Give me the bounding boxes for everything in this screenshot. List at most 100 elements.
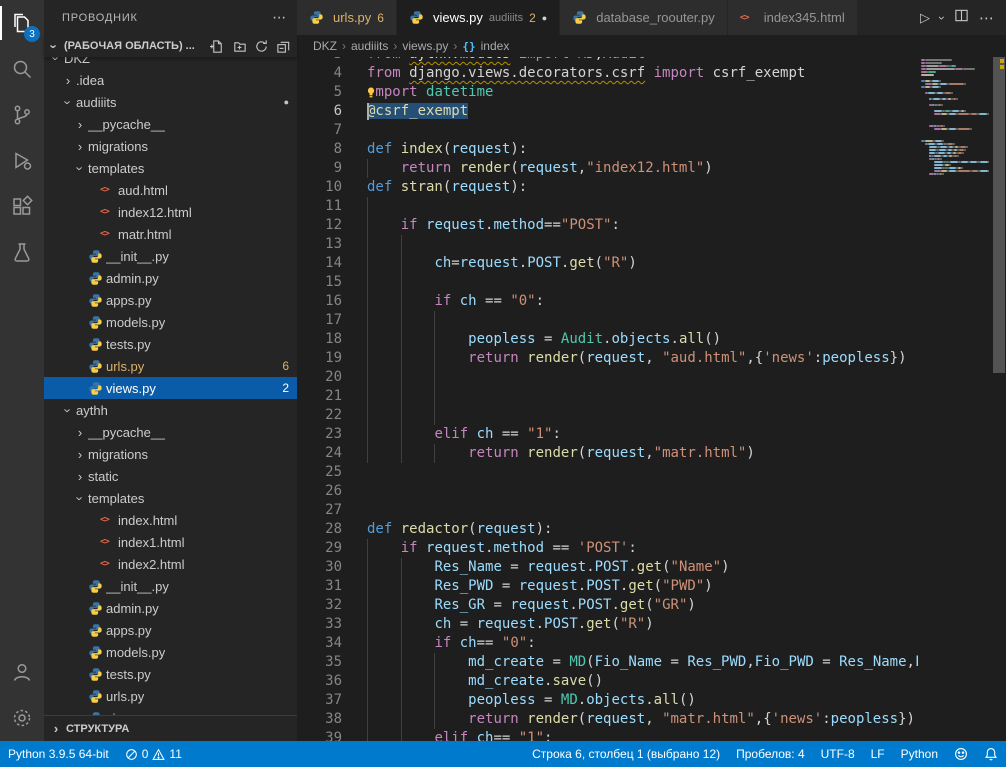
code-text[interactable]: @csrf_exempt — [367, 102, 468, 121]
line-number[interactable]: 29 — [297, 539, 342, 558]
extensions-icon[interactable] — [0, 184, 44, 230]
tree-folder-aythh[interactable]: ›aythh — [44, 399, 297, 421]
search-icon[interactable] — [0, 46, 44, 92]
encoding-setting[interactable]: UTF-8 — [813, 741, 863, 767]
testing-flask-icon[interactable] — [0, 230, 44, 276]
code-line-21[interactable]: 21 — [297, 387, 918, 406]
eol-setting[interactable]: LF — [863, 741, 893, 767]
tree-file-models.py[interactable]: models.py — [44, 641, 297, 663]
tree-file-admin.py[interactable]: admin.py — [44, 267, 297, 289]
code-line-4[interactable]: 4 from django.views.decorators.csrf impor… — [297, 64, 918, 83]
tree-file-apps.py[interactable]: apps.py — [44, 619, 297, 641]
tree-file-tests.py[interactable]: tests.py — [44, 663, 297, 685]
code-text[interactable]: def stran(request): — [367, 178, 527, 197]
code-line-18[interactable]: 18 peopless = Audit.objects.all() — [297, 330, 918, 349]
tree-folder-__pycache__[interactable]: ›__pycache__ — [44, 421, 297, 443]
line-number[interactable]: 34 — [297, 634, 342, 653]
line-number[interactable]: 12 — [297, 216, 342, 235]
breadcrumb[interactable]: DKZ›audiiits›views.py›{}index — [297, 35, 1006, 57]
line-number[interactable]: 7 — [297, 121, 342, 140]
line-number[interactable]: 35 — [297, 653, 342, 672]
line-number[interactable]: 5 — [297, 83, 342, 102]
line-number[interactable]: 8 — [297, 140, 342, 159]
line-number[interactable]: 4 — [297, 64, 342, 83]
breadcrumb-item-DKZ[interactable]: DKZ — [313, 39, 337, 53]
code-text[interactable]: Res_PWD = request.POST.get("PWD") — [367, 577, 713, 596]
code-text[interactable]: peopless = Audit.objects.all() — [367, 330, 721, 349]
line-number[interactable]: 9 — [297, 159, 342, 178]
tree-folder-static[interactable]: ›static — [44, 465, 297, 487]
breadcrumb-item-audiiits[interactable]: audiiits — [351, 39, 388, 53]
code-line-32[interactable]: 32 Res_GR = request.POST.get("GR") — [297, 596, 918, 615]
line-number[interactable]: 21 — [297, 387, 342, 406]
code-text[interactable]: return render(request,"matr.html") — [367, 444, 755, 463]
line-number[interactable]: 13 — [297, 235, 342, 254]
line-number[interactable]: 39 — [297, 729, 342, 741]
python-interpreter[interactable]: Python 3.9.5 64-bit — [0, 741, 117, 767]
tree-file-index.html[interactable]: <>index.html — [44, 509, 297, 531]
code-line-15[interactable]: 15 — [297, 273, 918, 292]
tab-index345.html[interactable]: <>index345.html — [728, 0, 858, 35]
code-line-31[interactable]: 31 Res_PWD = request.POST.get("PWD") — [297, 577, 918, 596]
code-text[interactable]: if ch == "0": — [367, 292, 544, 311]
code-text[interactable]: Res_GR = request.POST.get("GR") — [367, 596, 696, 615]
tree-file-matr.html[interactable]: <>matr.html — [44, 223, 297, 245]
tree-file-models.py[interactable]: models.py — [44, 311, 297, 333]
code-text[interactable]: from django.views.decorators.csrf import… — [367, 64, 805, 83]
run-dropdown-icon[interactable]: › — [935, 16, 949, 20]
code-text[interactable]: if ch== "0": — [367, 634, 536, 653]
line-number[interactable]: 6 — [297, 102, 342, 121]
line-number[interactable]: 15 — [297, 273, 342, 292]
code-text[interactable]: return render(request, "aud.html",{'news… — [367, 349, 907, 368]
code-line-33[interactable]: 33 ch = request.POST.get("R") — [297, 615, 918, 634]
minimap[interactable] — [918, 57, 992, 741]
line-number[interactable]: 37 — [297, 691, 342, 710]
collapse-all-icon[interactable] — [276, 39, 291, 54]
code-text[interactable]: elif ch == "1": — [367, 425, 561, 444]
code-lines[interactable]: 3from aythh.models import MD,Audit4from … — [297, 57, 918, 741]
lightbulb-icon[interactable] — [366, 85, 376, 100]
breadcrumb-item-views.py[interactable]: views.py — [402, 39, 448, 53]
cursor-position[interactable]: Строка 6, столбец 1 (выбрано 12) — [524, 741, 728, 767]
tree-file-apps.py[interactable]: apps.py — [44, 289, 297, 311]
line-number[interactable]: 3 — [297, 57, 342, 64]
code-line-6[interactable]: 6 @csrf_exempt — [297, 102, 918, 121]
code-line-25[interactable]: 25 — [297, 463, 918, 482]
language-mode[interactable]: Python — [893, 741, 946, 767]
line-number[interactable]: 19 — [297, 349, 342, 368]
line-number[interactable]: 33 — [297, 615, 342, 634]
line-number[interactable]: 16 — [297, 292, 342, 311]
line-number[interactable]: 36 — [297, 672, 342, 691]
code-text[interactable]: return render(request,"index12.html") — [367, 159, 713, 178]
code-line-17[interactable]: 17 — [297, 311, 918, 330]
tree-folder-templates[interactable]: ›templates — [44, 157, 297, 179]
tree-file-tests.py[interactable]: tests.py — [44, 333, 297, 355]
tree-folder-templates[interactable]: ›templates — [44, 487, 297, 509]
tree-file-__init__.py[interactable]: __init__.py — [44, 245, 297, 267]
new-file-icon[interactable] — [210, 39, 225, 54]
tree-file-aud.html[interactable]: <>aud.html — [44, 179, 297, 201]
tree-folder-migrations[interactable]: ›migrations — [44, 443, 297, 465]
code-line-7[interactable]: 7 — [297, 121, 918, 140]
code-line-35[interactable]: 35 md_create = MD(Fio_Name = Res_PWD,Fio… — [297, 653, 918, 672]
code-line-14[interactable]: 14 ch=request.POST.get("R") — [297, 254, 918, 273]
problems-indicator[interactable]: 0 11 — [117, 741, 190, 767]
source-control-icon[interactable] — [0, 92, 44, 138]
run-debug-icon[interactable] — [0, 138, 44, 184]
tree-file-index2.html[interactable]: <>index2.html — [44, 553, 297, 575]
line-number[interactable]: 18 — [297, 330, 342, 349]
tab-urls.py[interactable]: urls.py6 — [297, 0, 397, 35]
new-folder-icon[interactable] — [232, 39, 247, 54]
tree-file-urls.py[interactable]: urls.py6 — [44, 355, 297, 377]
line-number[interactable]: 11 — [297, 197, 342, 216]
breadcrumb-item-index[interactable]: index — [481, 39, 510, 53]
code-line-11[interactable]: 11 — [297, 197, 918, 216]
notifications-bell-icon[interactable] — [976, 741, 1006, 767]
line-number[interactable]: 24 — [297, 444, 342, 463]
code-text[interactable]: Res_Name = request.POST.get("Name") — [367, 558, 730, 577]
unsaved-dot-icon[interactable]: ● — [542, 13, 547, 23]
code-text[interactable]: if request.method == 'POST': — [367, 539, 637, 558]
tree-file-views.py[interactable]: views.py — [44, 707, 297, 715]
tree-file-urls.py[interactable]: urls.py — [44, 685, 297, 707]
code-text[interactable]: return render(request, "matr.html",{'new… — [367, 710, 915, 729]
